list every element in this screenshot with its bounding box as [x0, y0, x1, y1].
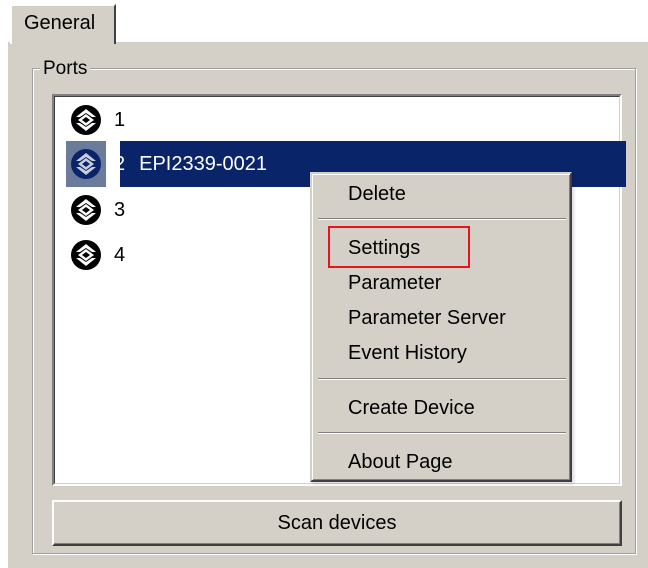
menu-item-event-history[interactable]: Event History	[348, 341, 467, 365]
port-icon	[66, 187, 106, 233]
menu-item-parameter-server[interactable]: Parameter Server	[348, 306, 506, 330]
menu-item-create-device[interactable]: Create Device	[348, 396, 475, 420]
menu-item-parameter[interactable]: Parameter	[348, 271, 441, 295]
menu-separator	[318, 432, 566, 434]
ports-group-title: Ports	[40, 58, 91, 80]
list-item-port-1[interactable]: 1	[66, 97, 125, 143]
menu-item-settings[interactable]: Settings	[348, 236, 420, 260]
menu-separator	[318, 378, 566, 380]
port-icon	[66, 141, 106, 187]
port-number: 2	[114, 152, 126, 175]
scan-devices-button[interactable]: Scan devices	[52, 500, 622, 546]
menu-separator	[318, 218, 566, 220]
list-item-port-3[interactable]: 3	[66, 187, 125, 233]
tab-strip: General	[0, 0, 648, 44]
port-icon	[66, 97, 106, 143]
menu-item-about-page[interactable]: About Page	[348, 450, 453, 474]
list-item-port-4[interactable]: 4	[66, 232, 125, 278]
port-number: 1	[114, 108, 126, 131]
port-number: 4	[114, 243, 126, 266]
tab-general[interactable]: General	[10, 4, 116, 44]
menu-item-delete[interactable]: Delete	[348, 182, 406, 206]
port-number: 3	[114, 198, 126, 221]
context-menu: Delete Settings Parameter Parameter Serv…	[310, 172, 572, 482]
port-device-name: EPI2339-0021	[139, 152, 268, 175]
port-icon	[66, 232, 106, 278]
tab-strip-edge	[116, 40, 648, 42]
